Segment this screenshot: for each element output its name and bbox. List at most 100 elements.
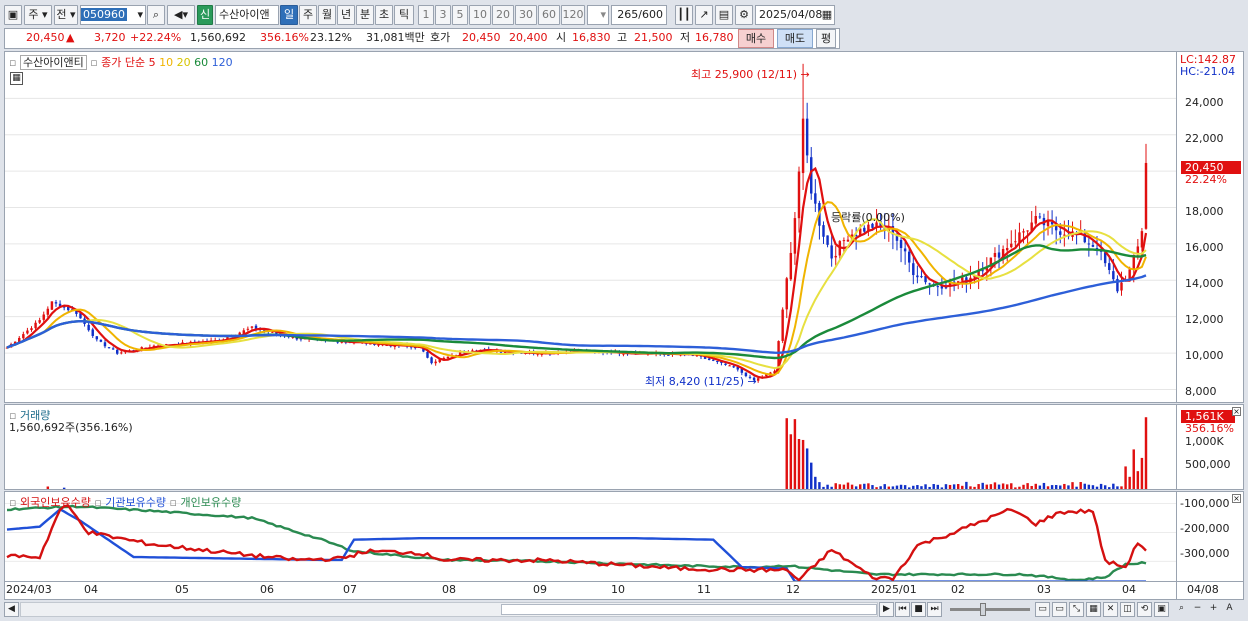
volume-bar bbox=[793, 419, 797, 489]
scroll-right-icon[interactable]: ▶ bbox=[879, 602, 894, 617]
volume-bar bbox=[1063, 483, 1066, 489]
buy-button[interactable]: 매수 bbox=[738, 29, 774, 48]
volume-bar bbox=[87, 489, 89, 490]
volume-bar bbox=[887, 486, 891, 489]
market-scope-select[interactable]: 전 ▾ bbox=[54, 5, 78, 25]
period-tick-button[interactable]: 틱 bbox=[394, 5, 414, 25]
stop-icon[interactable]: ■ bbox=[911, 602, 926, 617]
individual-holding-label: 개인보유수량 bbox=[180, 496, 242, 509]
candle-body bbox=[34, 322, 37, 329]
period-year-button[interactable]: 년 bbox=[337, 5, 355, 25]
close-icon[interactable]: × bbox=[1232, 407, 1241, 416]
candle-type-icon[interactable]: ┃┃ bbox=[675, 5, 693, 25]
eval-button[interactable]: 평 bbox=[816, 29, 836, 48]
volume-bar bbox=[1120, 486, 1123, 489]
count-input[interactable]: 265/600 bbox=[611, 5, 667, 25]
holdings-chart-panel[interactable]: ▫ 외국인보유수량 ▫ 기관보유수량 ▫ 개인보유수량 bbox=[4, 491, 1177, 582]
tool-5-icon[interactable]: ✕ bbox=[1103, 602, 1118, 617]
zoom-out-icon[interactable]: − bbox=[1190, 602, 1205, 617]
candle-body bbox=[846, 239, 850, 242]
scroll-left-icon[interactable]: ◀ bbox=[4, 602, 19, 617]
y-tick-18000: 18,000 bbox=[1185, 205, 1224, 218]
volume-bar bbox=[1014, 487, 1017, 489]
volume-bar bbox=[907, 487, 911, 489]
y-tick-14000: 14,000 bbox=[1185, 277, 1224, 290]
interval-60-button[interactable]: 60 bbox=[538, 5, 560, 25]
x-tick-04: 04 bbox=[84, 583, 98, 596]
scroll-thumb[interactable] bbox=[501, 604, 877, 615]
stock-code-input[interactable]: 050960 ▾ bbox=[80, 5, 146, 25]
volume-bar bbox=[797, 439, 801, 489]
grid-toggle-icon[interactable]: ▦ bbox=[10, 72, 23, 85]
zoom-slider[interactable] bbox=[950, 608, 1030, 611]
candle-body bbox=[107, 347, 111, 349]
window-menu-icon[interactable]: ▣ bbox=[4, 5, 22, 25]
quote-change: 3,720 bbox=[94, 31, 126, 44]
volume-bar bbox=[1022, 484, 1025, 489]
drawing-tool-icon[interactable]: ↗ bbox=[695, 5, 713, 25]
x-tick-2025-01: 2025/01 bbox=[871, 583, 917, 596]
zoom-in-icon[interactable]: + bbox=[1206, 602, 1221, 617]
price-chart[interactable] bbox=[5, 52, 1177, 403]
tool-8-icon[interactable]: ▣ bbox=[1154, 602, 1169, 617]
rewind-icon[interactable]: ⏮ bbox=[895, 602, 910, 617]
interval-3-button[interactable]: 3 bbox=[435, 5, 451, 25]
volume-bar bbox=[1010, 483, 1013, 489]
interval-20-button[interactable]: 20 bbox=[492, 5, 514, 25]
interval-120-button[interactable]: 120 bbox=[561, 5, 585, 25]
x-tick-06: 06 bbox=[260, 583, 274, 596]
zoom-slider-handle[interactable] bbox=[980, 603, 986, 616]
volume-bar bbox=[916, 485, 919, 489]
fast-forward-icon[interactable]: ⏭ bbox=[927, 602, 942, 617]
search-icon[interactable]: ⌕ bbox=[147, 5, 165, 25]
period-day-button[interactable]: 일 bbox=[280, 5, 298, 25]
stock-name-field: 수산아이앤 bbox=[215, 5, 279, 25]
interval-5-button[interactable]: 5 bbox=[452, 5, 468, 25]
tool-4-icon[interactable]: ▦ bbox=[1086, 602, 1101, 617]
volume-chart[interactable] bbox=[5, 405, 1177, 490]
period-month-button[interactable]: 월 bbox=[318, 5, 336, 25]
tool-6-icon[interactable]: ◫ bbox=[1120, 602, 1135, 617]
volume-bar bbox=[483, 489, 485, 490]
ma-5-label: 5 bbox=[148, 56, 156, 69]
candle-body bbox=[91, 329, 94, 336]
legend-marker-icon: ▫ bbox=[169, 496, 177, 509]
period-minute-button[interactable]: 분 bbox=[356, 5, 374, 25]
volume-bar bbox=[801, 439, 805, 489]
sell-button[interactable]: 매도 bbox=[777, 29, 813, 48]
gear-icon[interactable]: ⚙ bbox=[735, 5, 753, 25]
scroll-track[interactable] bbox=[20, 602, 878, 617]
x-tick-07: 07 bbox=[343, 583, 357, 596]
interval-10-button[interactable]: 10 bbox=[469, 5, 491, 25]
chevron-down-icon[interactable]: ▾ bbox=[137, 6, 143, 24]
volume-bar bbox=[761, 489, 763, 490]
period-week-button[interactable]: 주 bbox=[299, 5, 317, 25]
candle-body bbox=[826, 235, 829, 245]
font-size-icon[interactable]: A bbox=[1222, 602, 1237, 617]
save-icon[interactable]: ▤ bbox=[715, 5, 733, 25]
volume-bar bbox=[822, 486, 825, 489]
calendar-icon[interactable]: ▦ bbox=[819, 6, 835, 24]
candle-body bbox=[42, 314, 45, 320]
speaker-icon[interactable]: ◀▾ bbox=[167, 5, 195, 25]
interval-30-button[interactable]: 30 bbox=[515, 5, 537, 25]
price-chart-panel[interactable]: ▫ 수산아이앤티 ▫ 종가 단순 5 10 20 60 120 ▦ 최고 25,… bbox=[4, 51, 1177, 403]
market-type-select[interactable]: 주 ▾ bbox=[24, 5, 52, 25]
tool-7-icon[interactable]: ⟲ bbox=[1137, 602, 1152, 617]
volume-bar bbox=[805, 448, 809, 489]
volume-chart-panel[interactable]: ▫ 거래량 1,560,692주(356.16%) bbox=[4, 404, 1177, 490]
candle-body bbox=[903, 248, 907, 252]
candle-body bbox=[805, 118, 809, 156]
interval-1-button[interactable]: 1 bbox=[418, 5, 434, 25]
volume-bar bbox=[834, 483, 837, 489]
candle-body bbox=[667, 354, 670, 356]
custom-interval-select[interactable]: ▾ bbox=[587, 5, 609, 25]
tool-1-icon[interactable]: ▭ bbox=[1035, 602, 1050, 617]
close-icon[interactable]: × bbox=[1232, 494, 1241, 503]
volume-tick-500k: 500,000 bbox=[1185, 458, 1231, 471]
zoom-search-icon[interactable]: ⌕ bbox=[1174, 602, 1189, 617]
tool-2-icon[interactable]: ▭ bbox=[1052, 602, 1067, 617]
tool-3-icon[interactable]: ⤡ bbox=[1069, 602, 1084, 617]
period-second-button[interactable]: 초 bbox=[375, 5, 393, 25]
open-label: 시 bbox=[556, 31, 567, 44]
